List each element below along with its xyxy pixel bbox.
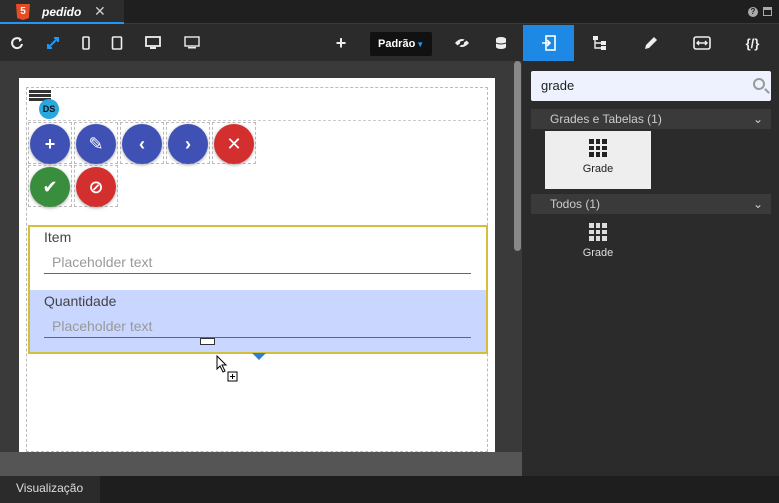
resize-tab-icon[interactable] xyxy=(676,25,727,61)
fab-cell: › xyxy=(166,122,210,164)
form-container[interactable]: Item Placeholder text Quantidade Placeho… xyxy=(28,225,488,354)
category-label: Grades e Tabelas (1) xyxy=(550,112,662,126)
monitor-icon[interactable] xyxy=(177,25,207,61)
row-outline xyxy=(28,87,486,121)
refresh-icon[interactable] xyxy=(2,25,32,61)
category-todos[interactable]: Todos (1) ⌄ xyxy=(531,194,771,214)
tab-visualizacao[interactable]: Visualização xyxy=(0,476,100,503)
phone-icon[interactable] xyxy=(71,25,101,61)
component-label: Grade xyxy=(582,247,614,259)
tablet-icon[interactable] xyxy=(102,25,132,61)
category-label: Todos (1) xyxy=(550,197,601,211)
components-panel: {/} Grades e Tabelas (1) ⌄ Grade Todos (… xyxy=(523,25,779,476)
drag-handle[interactable] xyxy=(200,338,215,345)
help-icon[interactable]: ? xyxy=(748,7,758,17)
desktop-icon[interactable] xyxy=(138,25,168,61)
horizontal-scrollbar[interactable] xyxy=(0,452,522,476)
tab-pedido[interactable]: 5 pedido ✕ xyxy=(0,0,124,24)
expand-icon[interactable] xyxy=(38,25,68,61)
drag-cursor-icon xyxy=(216,355,238,382)
item-input[interactable]: Placeholder text xyxy=(44,252,471,274)
add-icon[interactable]: + xyxy=(326,25,356,61)
preset-label: Padrão xyxy=(378,38,416,50)
fab-cell: ⊘ xyxy=(74,165,118,207)
grid-icon xyxy=(589,139,607,157)
status-bar: Visualização xyxy=(0,476,779,503)
fab-cell: ✕ xyxy=(212,122,256,164)
vertical-scrollbar[interactable] xyxy=(514,61,521,251)
previous-button[interactable]: ‹ xyxy=(122,124,162,164)
edit-button[interactable]: ✎ xyxy=(76,124,116,164)
grid-icon xyxy=(589,223,607,241)
item-label: Item xyxy=(44,229,72,245)
code-tab-icon[interactable]: {/} xyxy=(727,25,778,61)
component-grade[interactable]: Grade xyxy=(545,215,651,273)
pencil-tab-icon[interactable] xyxy=(625,25,676,61)
next-button[interactable]: › xyxy=(168,124,208,164)
cancel-button[interactable]: ⊘ xyxy=(76,167,116,207)
save-button[interactable]: ✔ xyxy=(30,167,70,207)
tab-title: pedido xyxy=(42,5,82,19)
database-icon[interactable] xyxy=(486,25,516,61)
datasource-badge[interactable]: DS xyxy=(39,99,59,119)
component-search[interactable] xyxy=(531,71,771,101)
fab-cell: ✎ xyxy=(74,122,118,164)
chevron-down-icon[interactable]: ⌄ xyxy=(753,109,763,129)
search-input[interactable] xyxy=(541,78,741,93)
component-grade[interactable]: Grade xyxy=(545,131,651,189)
components-tab-icon[interactable] xyxy=(523,25,574,61)
chevron-down-icon[interactable]: ⌄ xyxy=(753,194,763,214)
search-icon[interactable] xyxy=(753,78,765,90)
tab-bar: 5 pedido ✕ ? xyxy=(0,0,779,24)
editor-toolbar: + Padrão▼ xyxy=(0,25,522,61)
preset-dropdown[interactable]: Padrão▼ xyxy=(370,32,432,56)
design-canvas: DS + ✎ ‹ › ✕ ✔ ⊘ Item Placeholder text Q… xyxy=(0,61,522,452)
component-label: Grade xyxy=(582,163,614,175)
html5-icon: 5 xyxy=(16,4,30,20)
visibility-icon[interactable] xyxy=(447,25,477,61)
quantity-input[interactable]: Placeholder text xyxy=(44,316,471,338)
fab-cell: + xyxy=(28,122,72,164)
fab-cell: ‹ xyxy=(120,122,164,164)
fab-cell: ✔ xyxy=(28,165,72,207)
tree-tab-icon[interactable] xyxy=(574,25,625,61)
close-icon[interactable]: ✕ xyxy=(94,3,106,20)
maximize-icon[interactable] xyxy=(763,7,772,16)
category-grades-tabelas[interactable]: Grades e Tabelas (1) ⌄ xyxy=(531,109,771,129)
add-button[interactable]: + xyxy=(30,124,70,164)
caret-down-icon: ▼ xyxy=(416,40,425,49)
drop-indicator-icon xyxy=(252,353,266,360)
page-canvas[interactable]: DS + ✎ ‹ › ✕ ✔ ⊘ Item Placeholder text Q… xyxy=(19,78,495,452)
panel-tabs: {/} xyxy=(523,25,779,61)
quantity-label: Quantidade xyxy=(44,293,117,309)
delete-button[interactable]: ✕ xyxy=(214,124,254,164)
